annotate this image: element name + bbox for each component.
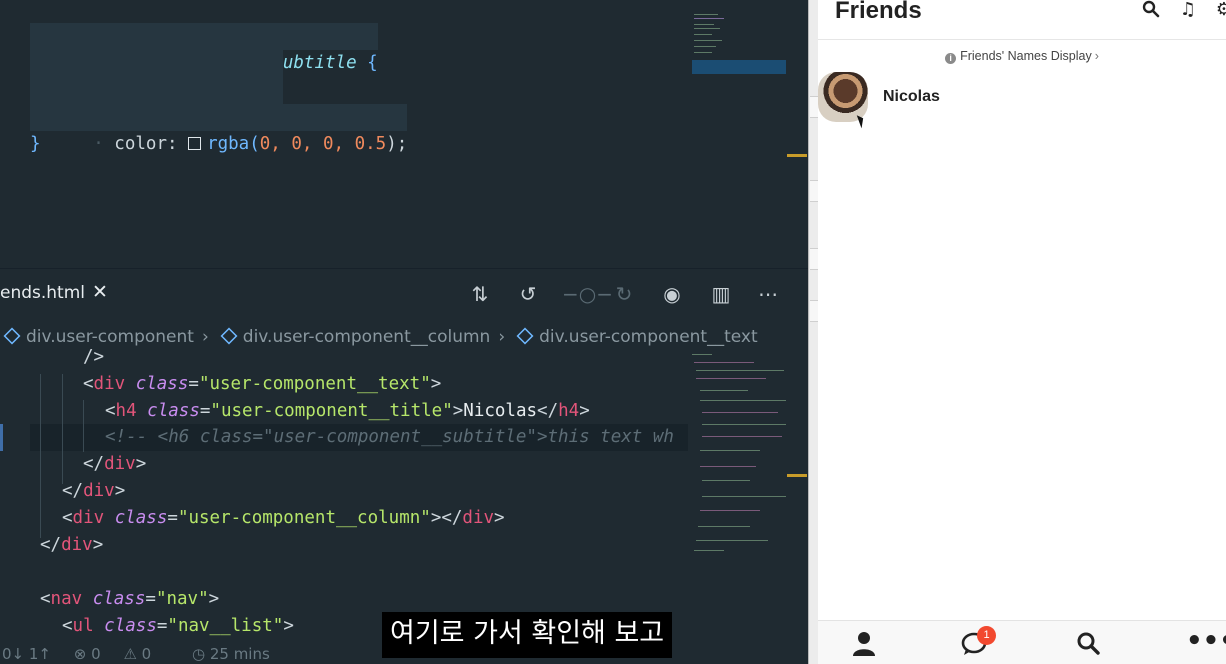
breadcrumb-item[interactable]: div.user-component__text [539,322,758,352]
code-line: </div> [40,535,104,555]
friend-list-item[interactable]: Nicolas [818,72,1226,129]
code-line-comment: <!-- <h6 class="user-component__subtitle… [105,427,674,447]
editor-tab-bar: ends.html ✕ ⇅ ↺ −○− ↻ ◉ ▥ ⋯ [0,268,808,320]
window-divider [808,0,819,664]
info-icon: i [945,53,957,64]
css-close-paren: ); [386,134,408,154]
chat-badge: 1 [977,626,996,645]
time-tracker[interactable]: ◷ 25 mins [192,645,288,663]
gear-icon[interactable]: ⚙ [1213,0,1226,22]
code-line: /> [83,347,105,367]
mouse-cursor-icon [856,113,867,129]
page-title: Friends [835,0,922,24]
css-line-color: · color: rgba(0, 0, 0, 0.5); [30,104,408,154]
scroll-marker [787,474,807,477]
css-value-args: 0, 0, 0, 0.5 [259,134,387,154]
code-line: <nav class="nav"> [40,589,220,609]
more-dots-icon[interactable]: ••• [1186,628,1226,661]
code-editor: .user-component__subtitle { · margin-top… [0,0,808,664]
problems-status[interactable]: ⊗ 0 ⚠ 0 [74,645,169,663]
code-line: <div class="user-component__column"></di… [62,508,505,528]
more-actions-icon[interactable]: ⋯ [755,281,781,307]
search-icon[interactable] [1140,0,1162,22]
go-back-icon[interactable]: ↺ [515,281,541,307]
element-icon [516,327,534,345]
scroll-marker [787,154,807,157]
element-icon [3,327,21,345]
split-editor-icon[interactable]: ▥ [708,281,734,307]
css-line-fontsize: · font-size: 17px; [30,77,283,127]
music-note-icon[interactable]: ♫ [1177,0,1199,22]
sync-status[interactable]: 0↓ 1↑ [2,645,51,663]
chevron-right-icon: › [1094,49,1099,63]
timeline-icon[interactable]: −○− [562,281,613,307]
code-line: <ul class="nav__list"> [62,616,294,636]
code-line: </div> [83,454,147,474]
tab-filename[interactable]: ends.html [0,283,85,303]
breadcrumb: div.user-component › div.user-component__c… [0,322,808,352]
css-property: color [114,134,167,154]
search-icon[interactable] [1073,631,1103,661]
bottom-tab-bar: ••• [818,620,1226,664]
breadcrumb-item[interactable]: div.user-component__column [243,322,491,352]
app-header: Friends ♫ ⚙ [818,0,1226,40]
friends-app: Friends ♫ ⚙ i Friends' Names Display › Nic… [818,0,1226,664]
css-open-brace: { [367,53,378,73]
notice-bar[interactable]: i Friends' Names Display › [818,44,1226,68]
friend-name: Nicolas [883,88,940,105]
css-line-margin: · margin-top: 8px; [30,50,283,100]
element-icon [220,327,238,345]
gutter-change-mark [0,424,3,451]
code-line: </div> [62,481,126,501]
css-function: rgba( [207,134,260,154]
css-close-brace: } [30,134,41,154]
compare-changes-icon[interactable]: ⇅ [467,281,493,307]
css-line-selector: .user-component__subtitle { [30,23,378,73]
code-line: <div class="user-component__text"> [83,374,442,394]
notice-text: Friends' Names Display [960,49,1092,63]
breadcrumb-item[interactable]: div.user-component [26,322,194,352]
person-icon[interactable] [849,631,879,661]
video-subtitle: 여기로 가서 확인해 보고 [382,612,673,658]
go-forward-icon[interactable]: ↻ [611,281,637,307]
code-line: <h4 class="user-component__title">Nicola… [105,401,590,421]
source-control-icon[interactable]: ◉ [659,281,685,307]
close-tab-icon[interactable]: ✕ [92,281,108,303]
css-editor-pane[interactable]: .user-component__subtitle { · margin-top… [0,0,808,268]
color-swatch-icon[interactable] [188,137,202,150]
